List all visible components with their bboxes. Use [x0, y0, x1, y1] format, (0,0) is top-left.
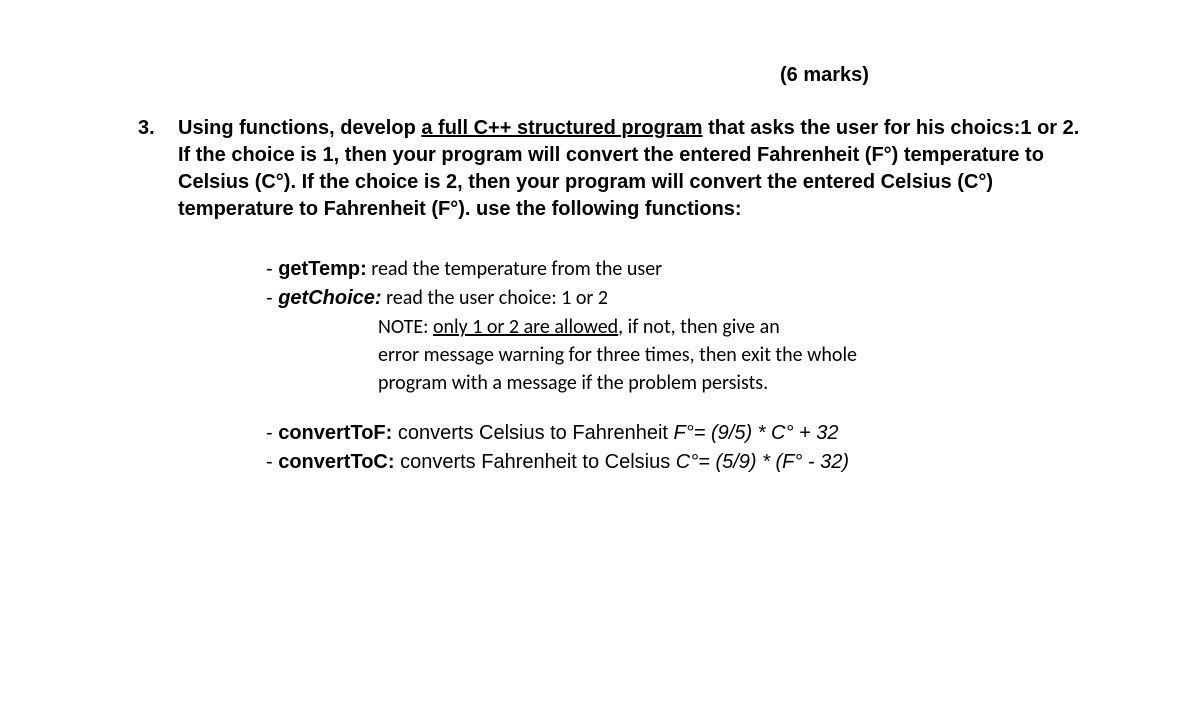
question-text: Using functions, develop a full C++ stru… [178, 115, 1080, 223]
function-converttof: - convertToF: converts Celsius to Fahren… [266, 419, 1080, 448]
question-number: 3. [138, 115, 160, 142]
fn-desc: converts Celsius to Fahrenheit [392, 422, 673, 444]
functions-list: - getTemp: read the temperature from the… [266, 255, 1080, 477]
note-line-3: program with a message if the problem pe… [378, 369, 1080, 397]
note-line-2: error message warning for three times, t… [378, 341, 1080, 369]
fn-desc: read the user choice: 1 or 2 [382, 286, 608, 310]
function-gettemp: - getTemp: read the temperature from the… [266, 255, 1080, 284]
fn-name: getChoice: [278, 287, 381, 309]
fn-name: getTemp: [278, 258, 367, 280]
note-block: NOTE: only 1 or 2 are allowed, if not, t… [378, 313, 1080, 397]
fn-formula: C°= (5/9) * (F° - 32) [676, 451, 849, 473]
question-block: 3. Using functions, develop a full C++ s… [120, 115, 1080, 223]
document-page: (6 marks) 3. Using functions, develop a … [0, 0, 1200, 477]
fn-name: convertToC: [278, 451, 394, 473]
fn-desc: read the temperature from the user [367, 257, 662, 281]
fn-formula: F°= (9/5) * C° + 32 [674, 422, 839, 444]
fn-desc: converts Fahrenheit to Celsius [395, 451, 676, 473]
fn-name: convertToF: [278, 422, 392, 444]
marks-label: (6 marks) [780, 64, 1080, 87]
note-line-1: NOTE: only 1 or 2 are allowed, if not, t… [378, 313, 1080, 341]
function-converttoc: - convertToC: converts Fahrenheit to Cel… [266, 448, 1080, 477]
function-getchoice: - getChoice: read the user choice: 1 or … [266, 284, 1080, 313]
